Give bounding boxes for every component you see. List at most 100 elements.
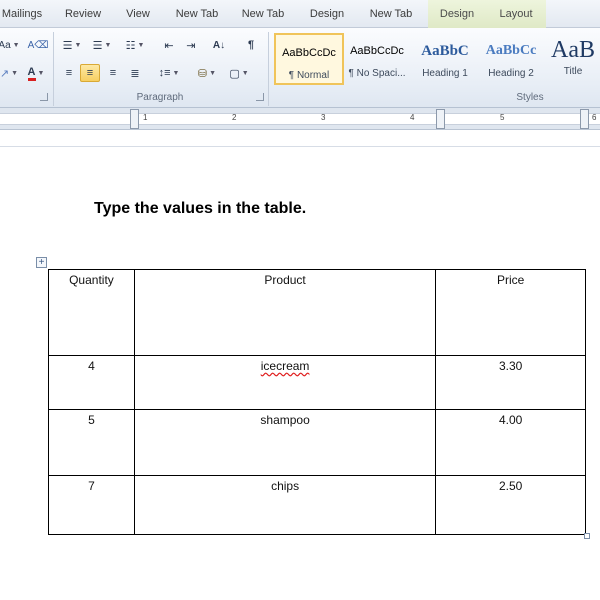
table-cell[interactable]: 5 — [48, 409, 135, 476]
group-separator — [268, 32, 269, 106]
multilevel-list-icon: ☷ — [125, 39, 136, 52]
table-header-cell[interactable]: Quantity — [48, 269, 135, 356]
sort-button[interactable]: A↓ — [208, 36, 230, 54]
ruler-column-marker[interactable] — [436, 109, 445, 129]
table-move-handle-icon[interactable]: + — [36, 257, 47, 268]
bullets-icon: ☰ — [62, 39, 73, 52]
table-cell[interactable]: 4.00 — [435, 409, 586, 476]
table-cell[interactable]: chips — [133, 475, 437, 535]
numbering-icon: ☰ — [92, 39, 103, 52]
table-header-row: Quantity Product Price — [48, 269, 586, 356]
style-no-spacing-sample: AaBbCcDc — [350, 45, 404, 57]
style-no-spacing[interactable]: AaBbCcDc ¶ No Spaci... — [342, 33, 412, 85]
table-row: 5 shampoo 4.00 — [48, 409, 586, 476]
ruler-column-marker[interactable] — [580, 109, 589, 129]
ruler-number: 6 — [592, 113, 597, 122]
borders-button[interactable]: ▢ ▼ — [226, 64, 252, 82]
tab-new-tab-1[interactable]: New Tab — [170, 0, 224, 28]
bullets-button[interactable]: ☰ ▼ — [60, 36, 84, 54]
align-right-button[interactable]: ≡ — [104, 64, 122, 82]
style-heading-1-sample: AaBbC — [421, 43, 469, 59]
ruler-track — [0, 113, 600, 125]
table-cell[interactable]: icecream — [133, 355, 437, 410]
table-header-cell[interactable]: Product — [133, 269, 437, 356]
increase-indent-icon: ⇥ — [186, 39, 196, 52]
align-left-icon: ≡ — [65, 67, 73, 79]
tab-view[interactable]: View — [120, 0, 156, 28]
tab-table-layout[interactable]: Layout — [486, 0, 546, 28]
line-spacing-icon: ↕≡ — [158, 67, 171, 79]
paragraph-dialog-launcher[interactable] — [256, 93, 264, 101]
clear-formatting-icon: A⌫ — [27, 39, 49, 51]
clear-formatting-button[interactable]: A⌫ — [27, 36, 49, 54]
text-effects-button[interactable]: ↗ ▼ — [0, 64, 18, 82]
paint-bucket-icon: ⛁ — [197, 67, 208, 80]
style-no-spacing-name: ¶ No Spaci... — [348, 68, 406, 79]
table-cell[interactable]: 2.50 — [435, 475, 586, 535]
decrease-indent-button[interactable]: ⇤ — [160, 36, 178, 54]
tab-table-design[interactable]: Design — [428, 0, 486, 28]
increase-indent-button[interactable]: ⇥ — [182, 36, 200, 54]
style-title-name: Title — [563, 66, 583, 77]
ruler-number: 4 — [410, 113, 415, 122]
paragraph-group-label: Paragraph — [136, 92, 184, 103]
align-left-button[interactable]: ≡ — [60, 64, 78, 82]
ruler-number: 1 — [143, 113, 148, 122]
ribbon-tab-bar: Mailings Review View New Tab New Tab Des… — [0, 0, 600, 28]
tab-new-tab-3[interactable]: New Tab — [364, 0, 418, 28]
misspelled-word[interactable]: icecream — [261, 359, 310, 373]
style-heading-2[interactable]: AaBbCc Heading 2 — [476, 33, 546, 85]
pilcrow-icon: ¶ — [247, 39, 255, 51]
page-top-edge — [0, 131, 600, 147]
style-normal-name: ¶ Normal — [288, 70, 330, 81]
styles-group-label: Styles — [516, 92, 544, 103]
align-center-icon: ≡ — [86, 67, 94, 79]
style-title[interactable]: AaB Title — [546, 33, 600, 85]
table-cell[interactable]: shampoo — [133, 409, 437, 476]
ribbon: Aa ▼ A⌫ ↗ ▼ A ▼ ☰ ▼ ☰ ▼ ☷ ▼ ⇤ ⇥ A↓ ¶ ≡ ≡ ≡ ≣ ↕… — [0, 28, 600, 108]
style-heading-2-sample: AaBbCc — [485, 43, 537, 58]
justify-icon: ≣ — [130, 67, 140, 80]
style-heading-2-name: Heading 2 — [488, 68, 534, 79]
font-color-button[interactable]: A ▼ — [24, 64, 48, 82]
table-cell[interactable]: 3.30 — [435, 355, 586, 410]
style-normal-sample: AaBbCcDc — [282, 47, 336, 59]
decrease-indent-icon: ⇤ — [164, 39, 174, 52]
style-heading-1[interactable]: AaBbC Heading 1 — [410, 33, 480, 85]
table-row: 7 chips 2.50 — [48, 475, 586, 535]
multilevel-list-button[interactable]: ☷ ▼ — [120, 36, 150, 54]
text-effects-icon: ↗ — [0, 67, 10, 80]
line-spacing-button[interactable]: ↕≡ ▼ — [156, 64, 182, 82]
align-right-icon: ≡ — [109, 67, 117, 79]
tab-review[interactable]: Review — [60, 0, 106, 28]
table-resize-handle[interactable] — [584, 533, 590, 539]
justify-button[interactable]: ≣ — [126, 64, 144, 82]
tab-mailings[interactable]: Mailings — [0, 0, 44, 28]
ruler-number: 3 — [321, 113, 326, 122]
shading-button[interactable]: ⛁ ▼ — [194, 64, 220, 82]
change-case-button[interactable]: Aa ▼ — [0, 36, 20, 54]
tab-design[interactable]: Design — [302, 0, 352, 28]
font-dialog-launcher[interactable] — [40, 93, 48, 101]
style-heading-1-name: Heading 1 — [422, 68, 468, 79]
change-case-label: Aa — [0, 39, 11, 51]
show-formatting-button[interactable]: ¶ — [242, 36, 260, 54]
numbering-button[interactable]: ☰ ▼ — [90, 36, 114, 54]
border-icon: ▢ — [229, 67, 240, 80]
table-cell[interactable]: 7 — [48, 475, 135, 535]
style-normal[interactable]: AaBbCcDc ¶ Normal — [274, 33, 344, 85]
style-title-sample: AaB — [551, 37, 595, 63]
ruler-column-marker[interactable] — [130, 109, 139, 129]
table-row: 4 icecream 3.30 — [48, 355, 586, 410]
data-table[interactable]: Quantity Product Price 4 icecream 3.30 5… — [48, 269, 586, 535]
tab-new-tab-2[interactable]: New Tab — [236, 0, 290, 28]
table-cell[interactable]: 4 — [48, 355, 135, 410]
document-heading[interactable]: Type the values in the table. — [94, 200, 306, 218]
ruler-number: 2 — [232, 113, 237, 122]
group-separator — [53, 32, 54, 106]
table-header-cell[interactable]: Price — [435, 269, 586, 356]
horizontal-ruler[interactable]: 1 2 3 4 5 6 — [0, 108, 600, 130]
sort-icon: A↓ — [212, 39, 226, 51]
center-button[interactable]: ≡ — [80, 64, 100, 82]
font-color-icon: A — [27, 66, 36, 81]
